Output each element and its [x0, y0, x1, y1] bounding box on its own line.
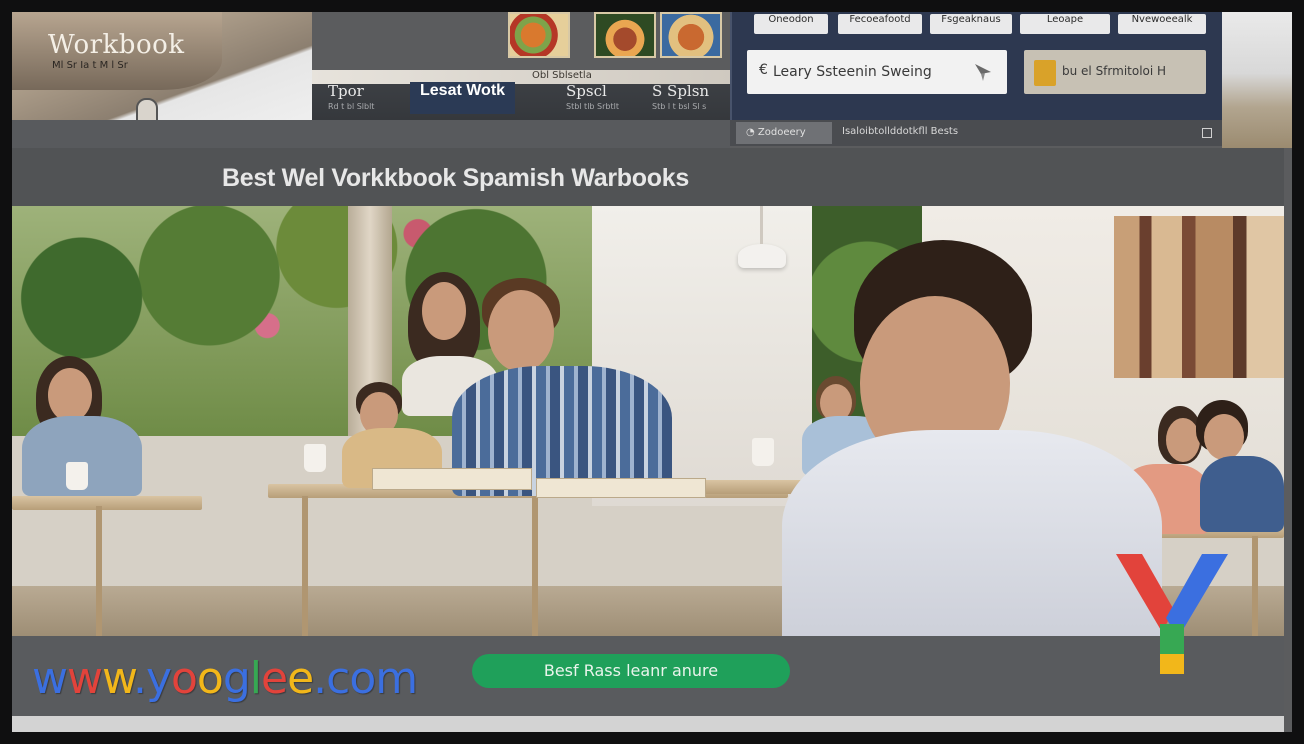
address-path: Isaloibtollddotkfll Bests [842, 126, 959, 137]
footer-bar: www.yooglee.com Besf Rass leanr anure [12, 636, 1284, 716]
logo-title: Workbook [48, 30, 185, 60]
nav-tab-tpor[interactable]: Tpor Rd t bl Slblt [318, 82, 374, 114]
table-leg [1252, 536, 1258, 636]
wall-painting [1114, 216, 1284, 378]
food-thumbnail-3[interactable] [660, 12, 722, 58]
url-letter: w [67, 653, 103, 704]
chip-icon: ◔ [746, 127, 755, 138]
filter-pill-5[interactable]: Nvewoeealk [1118, 14, 1206, 34]
nav-tab-label: Tpor [328, 82, 364, 100]
nav-tab-label: Spscl [566, 82, 607, 100]
hero-image [12, 206, 1284, 636]
bookmark-icon [1034, 60, 1056, 86]
filter-pill-1[interactable]: Oneodon [754, 14, 828, 34]
nav-tab-lesat-wotk[interactable]: Lesat Wotk [410, 82, 516, 114]
nav-tab-spscl[interactable]: Spscl Stbl tlb Srbtlt [556, 82, 619, 114]
headline-bar: Best Wel Vorkkbook Spamish Warbooks [12, 148, 1284, 206]
coffee-cup [66, 462, 88, 490]
nav-tab-sublabel: Stb l t bsl Sl s [652, 102, 707, 111]
url-letter: o [196, 653, 224, 704]
nav-tab-sublabel: Rd t bl Slblt [328, 102, 375, 111]
filter-pill-3[interactable]: Fsgeaknaus [930, 14, 1012, 34]
coffee-cup [752, 438, 774, 466]
filter-pill-4[interactable]: Leoape [1020, 14, 1110, 34]
url-letter: m [375, 653, 418, 704]
footer-strip [12, 716, 1284, 732]
maximize-icon[interactable] [1202, 128, 1212, 138]
site-url[interactable]: www.yooglee.com [32, 653, 418, 704]
food-thumbnail-2[interactable] [594, 12, 656, 58]
cta-button[interactable]: Besf Rass leanr anure [472, 654, 790, 688]
screenshot-frame: Workbook Ml Sr Ia t M l Sr Obl Sblsetla … [12, 12, 1292, 732]
address-row: ◔ Zodoeery Isaloibtollddotkfll Bests [730, 120, 1222, 146]
open-workbook [372, 468, 532, 490]
url-letter: w [102, 653, 134, 704]
search-prefix: € [759, 62, 768, 78]
submit-button[interactable]: bu el Sfrmitoloi H [1024, 50, 1206, 94]
address-chip-label: Zodoeery [757, 127, 806, 138]
nav-tab-sublabel: Stbl tlb Srbtlt [566, 102, 619, 111]
page-title: Best Wel Vorkkbook Spamish Warbooks [222, 164, 689, 192]
url-letter: . [132, 653, 147, 704]
table-leg [302, 496, 308, 636]
url-letter: y [145, 653, 172, 704]
table-leg [96, 506, 102, 636]
yooglee-y-logo-icon [1116, 554, 1228, 674]
url-letter: e [287, 653, 314, 704]
filter-pill-2[interactable]: Fecoeafootd [838, 14, 922, 34]
pendant-lamp [738, 206, 786, 268]
search-box: € [747, 50, 1007, 94]
header-divider [12, 120, 730, 148]
address-chip[interactable]: ◔ Zodoeery [736, 122, 832, 144]
search-input[interactable] [773, 60, 973, 84]
send-arrow-icon[interactable] [971, 60, 995, 84]
url-letter: w [32, 653, 68, 704]
url-letter: e [261, 653, 288, 704]
url-letter: . [313, 653, 327, 704]
coffee-cup [304, 444, 326, 472]
url-letter: o [349, 653, 376, 704]
url-letter: g [222, 653, 251, 704]
nav-tab-label: S Splsn [652, 82, 710, 100]
workbook [536, 478, 706, 498]
search-panel: Oneodon Fecoeafootd Fsgeaknaus Leoape Nv… [730, 12, 1222, 120]
submit-button-label: bu el Sfrmitoloi H [1062, 64, 1167, 78]
logo-subtitle: Ml Sr Ia t M l Sr [52, 60, 128, 71]
url-letter: l [249, 653, 262, 704]
nav-tab-label: Lesat Wotk [420, 82, 506, 99]
stripe-text: Obl Sblsetla [532, 70, 592, 81]
decor-edge [1222, 12, 1292, 148]
url-letter: o [171, 653, 198, 704]
nav-tab-s-splsn[interactable]: S Splsn Stb l t bsl Sl s [642, 82, 719, 114]
url-letter: c [326, 653, 350, 704]
food-thumbnail-1[interactable] [508, 12, 570, 58]
main-nav: Obl Sblsetla Tpor Rd t bl Slblt Lesat Wo… [312, 12, 730, 120]
table-left [12, 496, 202, 510]
table-leg [532, 496, 538, 636]
